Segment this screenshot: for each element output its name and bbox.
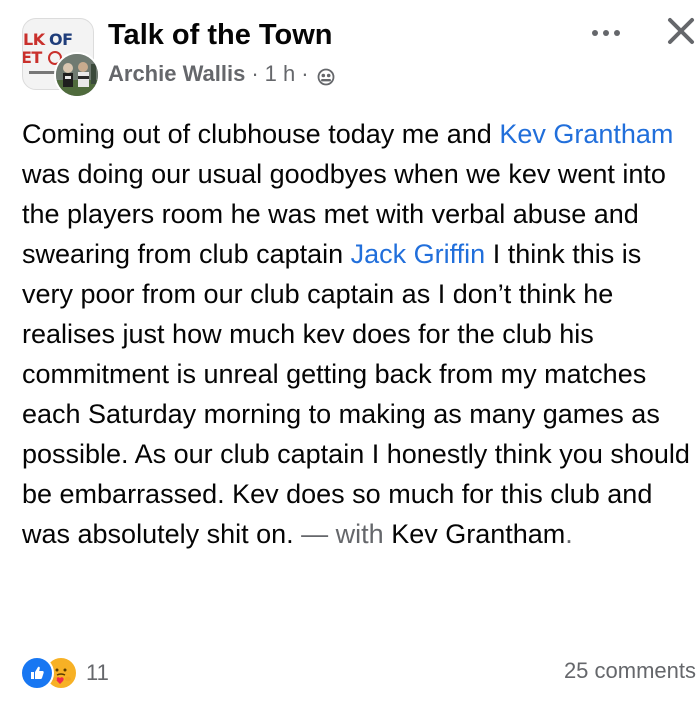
post-text-segment: Coming out of clubhouse today me and xyxy=(22,119,500,149)
post-meta: Archie Wallis · 1 h · xyxy=(108,60,335,88)
group-name[interactable]: Talk of the Town xyxy=(108,18,332,52)
mention-kev-grantham[interactable]: Kev Grantham xyxy=(499,119,673,149)
globe-icon[interactable] xyxy=(317,65,335,86)
like-icon xyxy=(20,656,54,690)
with-label: — with xyxy=(301,519,392,549)
post-text-segment: I think this is very poor from our club … xyxy=(22,239,690,549)
author-avatar[interactable] xyxy=(54,52,100,98)
comments-link[interactable]: 25 comments xyxy=(564,658,696,684)
reactions-summary[interactable]: 11 xyxy=(20,656,109,690)
post-card: LK OF ET Talk of the Town Archie Wallis … xyxy=(0,0,698,710)
meta-separator: · xyxy=(251,61,259,86)
tagged-kev-grantham[interactable]: Kev Grantham xyxy=(391,519,565,549)
post-text: Coming out of clubhouse today me and Kev… xyxy=(22,114,696,554)
svg-text:ET: ET xyxy=(22,48,42,67)
reaction-count: 11 xyxy=(86,660,109,685)
close-icon[interactable] xyxy=(664,14,698,48)
mention-jack-griffin[interactable]: Jack Griffin xyxy=(351,239,486,269)
more-icon[interactable] xyxy=(586,18,626,48)
post-time[interactable]: 1 h xyxy=(265,60,296,88)
svg-text:OF: OF xyxy=(49,31,73,49)
meta-separator-2: · xyxy=(301,61,309,86)
post-text-end: . xyxy=(565,519,573,549)
svg-text:LK: LK xyxy=(23,31,46,49)
author-name[interactable]: Archie Wallis xyxy=(108,60,245,88)
avatar-group[interactable]: LK OF ET xyxy=(22,18,100,98)
